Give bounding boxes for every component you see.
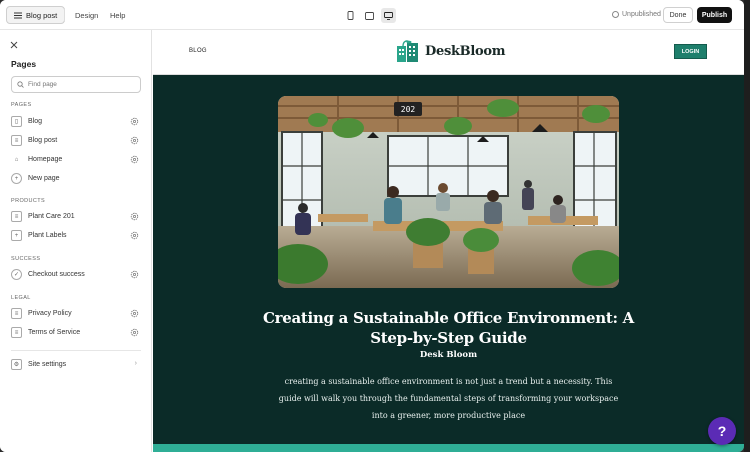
gear-icon[interactable] <box>130 231 139 240</box>
document-icon: ≡ <box>11 135 22 146</box>
site-nav-blog-link[interactable]: BLOG <box>189 48 207 54</box>
post-title[interactable]: Creating a Sustainable Office Environmen… <box>253 308 644 348</box>
publish-button[interactable]: Publish <box>697 7 732 23</box>
office-illustration-image: 202 <box>278 96 619 288</box>
sidebar-item-label: Homepage <box>28 156 63 163</box>
settings-icon: ⚙ <box>11 359 22 370</box>
gear-icon[interactable] <box>130 328 139 337</box>
sidebar-item-plant-care-201[interactable]: ≡ Plant Care 201 <box>11 209 141 224</box>
new-page-button[interactable]: + New page <box>11 171 141 186</box>
section-success-heading: SUCCESS <box>11 256 41 262</box>
mobile-view-button[interactable] <box>343 8 358 23</box>
gear-icon[interactable] <box>130 155 139 164</box>
section-products-heading: PRODUCTS <box>11 198 46 204</box>
done-button[interactable]: Done <box>663 7 693 23</box>
gear-icon[interactable] <box>130 117 139 126</box>
site-settings-button[interactable]: ⚙ Site settings › <box>11 357 141 372</box>
product-icon: + <box>11 230 22 241</box>
document-icon: ≡ <box>11 308 22 319</box>
gear-icon[interactable] <box>130 212 139 221</box>
desktop-icon <box>384 11 393 20</box>
tablet-view-button[interactable] <box>362 8 377 23</box>
publish-status: Unpublished <box>612 11 661 18</box>
app-window: Blog post Design Help Unpublished Done P… <box>0 0 744 452</box>
book-icon: ▯ <box>11 116 22 127</box>
document-icon: ≡ <box>11 327 22 338</box>
toolbar-divider <box>64 8 65 22</box>
hero-clock-text: 202 <box>401 105 416 114</box>
new-page-label: New page <box>28 175 60 182</box>
sidebar-item-label: Blog <box>28 118 43 125</box>
home-icon: ⌂ <box>14 156 19 163</box>
sidebar-item-label: Terms of Service <box>28 329 81 336</box>
post-author[interactable]: Desk Bloom <box>153 350 744 360</box>
check-circle-icon: ✓ <box>11 269 22 280</box>
sidebar-item-plant-labels[interactable]: + Plant Labels <box>11 228 141 243</box>
publish-status-label: Unpublished <box>622 11 661 18</box>
site-header: BLOG DeskBloom LOGIN <box>153 30 744 75</box>
sidebar-item-homepage[interactable]: ⌂ Homepage <box>11 152 141 167</box>
sidebar-item-label: Plant Labels <box>28 232 67 239</box>
close-icon[interactable] <box>9 40 19 50</box>
post-intro[interactable]: creating a sustainable office environmen… <box>273 373 624 424</box>
site-settings-label: Site settings <box>28 361 67 368</box>
plus-icon: + <box>11 173 22 184</box>
window-edge <box>744 0 750 452</box>
tablet-icon <box>365 11 374 20</box>
status-circle-icon <box>612 11 619 18</box>
gear-icon[interactable] <box>130 309 139 318</box>
site-logo[interactable]: DeskBloom <box>395 40 506 62</box>
document-icon: ≡ <box>11 211 22 222</box>
sidebar-divider <box>11 350 141 351</box>
phone-icon <box>347 11 354 20</box>
hero-image[interactable]: 202 <box>278 96 619 288</box>
page-preview-canvas[interactable]: BLOG DeskBloom LOGIN 202 Creating a Sust… <box>153 30 744 452</box>
find-page-search[interactable] <box>11 76 141 93</box>
help-chat-button[interactable]: ? <box>708 417 736 445</box>
site-logo-text: DeskBloom <box>425 43 506 59</box>
design-button[interactable]: Design <box>75 11 98 20</box>
top-toolbar: Blog post Design Help Unpublished Done P… <box>0 0 744 30</box>
gear-icon[interactable] <box>130 136 139 145</box>
next-section-strip <box>153 444 744 452</box>
sidebar-item-label: Plant Care 201 <box>28 213 75 220</box>
sidebar-item-terms-of-service[interactable]: ≡ Terms of Service <box>11 325 141 340</box>
sidebar-title: Pages <box>11 59 37 69</box>
sidebar-item-privacy-policy[interactable]: ≡ Privacy Policy <box>11 306 141 321</box>
sidebar-item-label: Checkout success <box>28 271 85 278</box>
section-pages-heading: PAGES <box>11 102 32 108</box>
sidebar-item-label: Privacy Policy <box>28 310 72 317</box>
pages-sidebar: Pages PAGES ▯ Blog ≡ Blog post ⌂ Homepag… <box>0 30 152 452</box>
section-legal-heading: LEGAL <box>11 295 31 301</box>
sidebar-item-blog[interactable]: ▯ Blog <box>11 114 141 129</box>
menu-icon <box>14 12 22 18</box>
gear-icon[interactable] <box>130 270 139 279</box>
sidebar-item-label: Blog post <box>28 137 58 144</box>
help-button[interactable]: Help <box>110 11 125 20</box>
page-selector-label: Blog post <box>26 10 58 20</box>
find-page-input[interactable] <box>28 81 128 88</box>
building-logo-icon <box>397 40 418 62</box>
desktop-view-button[interactable] <box>381 8 396 23</box>
site-login-button[interactable]: LOGIN <box>674 44 707 59</box>
chevron-right-icon: › <box>134 360 137 367</box>
page-selector-button[interactable]: Blog post <box>6 6 66 24</box>
search-icon <box>17 81 24 88</box>
sidebar-item-checkout-success[interactable]: ✓ Checkout success <box>11 267 141 282</box>
sidebar-item-blog-post[interactable]: ≡ Blog post <box>11 133 141 148</box>
